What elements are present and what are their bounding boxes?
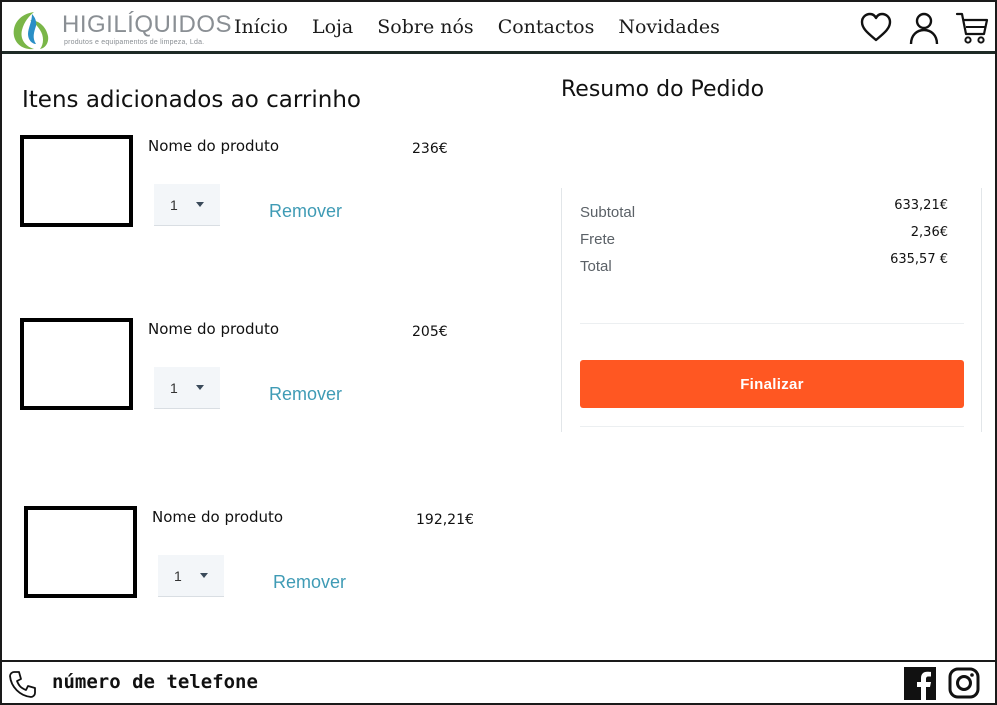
site-footer: número de telefone: [2, 660, 995, 703]
product-price: 192,21€: [416, 512, 474, 528]
product-price: 236€: [412, 141, 448, 157]
quantity-select[interactable]: 1: [154, 367, 220, 409]
divider: [580, 426, 964, 427]
remove-link[interactable]: Remover: [269, 384, 342, 405]
summary-row-frete: Frete 2,36€: [580, 225, 948, 253]
product-name[interactable]: Nome do produto: [152, 508, 283, 526]
caret-down-icon: [199, 573, 208, 578]
site-header: HIGILÍQUIDOS produtos e equipamentos de …: [2, 2, 995, 54]
summary-row-total: Total 635,57 €: [580, 252, 948, 280]
summary-title: Resumo do Pedido: [561, 77, 765, 102]
nav-sobre-nos[interactable]: Sobre nós: [377, 16, 473, 38]
instagram-icon[interactable]: [948, 667, 980, 699]
quantity-select[interactable]: 1: [154, 184, 220, 226]
caret-down-icon: [195, 385, 204, 390]
product-price: 205€: [412, 324, 448, 340]
remove-link[interactable]: Remover: [269, 201, 342, 222]
finalize-button[interactable]: Finalizar: [580, 360, 964, 408]
quantity-value: 1: [174, 567, 182, 584]
cart-item: Nome do produto 192,21€ 1 Remover: [24, 506, 504, 606]
cart-title: Itens adicionados ao carrinho: [22, 87, 361, 113]
summary-value: 635,57 €: [890, 252, 948, 267]
quantity-select[interactable]: 1: [158, 555, 224, 597]
summary-value: 2,36€: [910, 225, 948, 240]
header-icons: [859, 10, 989, 46]
nav-inicio[interactable]: Início: [234, 16, 288, 38]
facebook-icon[interactable]: [904, 667, 936, 700]
quantity-value: 1: [170, 379, 178, 396]
product-image[interactable]: [24, 506, 137, 598]
nav-novidades[interactable]: Novidades: [618, 16, 720, 38]
logo-mark-icon: [13, 12, 49, 50]
remove-link[interactable]: Remover: [273, 572, 346, 593]
logo-tagline: produtos e equipamentos de limpeza, Lda.: [64, 39, 205, 46]
logo-name: HIGILÍQUIDOS: [62, 11, 233, 38]
user-icon[interactable]: [907, 10, 941, 46]
caret-down-icon: [195, 202, 204, 207]
product-image[interactable]: [20, 318, 133, 410]
order-summary: Subtotal 633,21€ Frete 2,36€ Total 635,5…: [561, 188, 982, 432]
nav-loja[interactable]: Loja: [312, 16, 353, 38]
cart-icon[interactable]: [955, 10, 989, 46]
divider: [580, 323, 964, 324]
heart-icon[interactable]: [859, 10, 893, 46]
summary-label: Frete: [580, 231, 616, 248]
phone-icon: [9, 671, 36, 698]
nav-contactos[interactable]: Contactos: [498, 16, 595, 38]
summary-value: 633,21€: [894, 198, 948, 213]
cart-item: Nome do produto 205€ 1 Remover: [20, 318, 500, 418]
quantity-value: 1: [170, 196, 178, 213]
summary-label: Subtotal: [580, 204, 636, 221]
product-image[interactable]: [20, 135, 133, 227]
product-name[interactable]: Nome do produto: [148, 137, 279, 155]
phone-number-label[interactable]: número de telefone: [52, 671, 258, 693]
product-name[interactable]: Nome do produto: [148, 320, 279, 338]
main-nav: Início Loja Sobre nós Contactos Novidade…: [234, 16, 720, 38]
logo[interactable]: HIGILÍQUIDOS produtos e equipamentos de …: [10, 8, 232, 50]
summary-label: Total: [580, 258, 612, 275]
summary-row-subtotal: Subtotal 633,21€: [580, 198, 948, 226]
cart-item: Nome do produto 236€ 1 Remover: [20, 135, 500, 235]
